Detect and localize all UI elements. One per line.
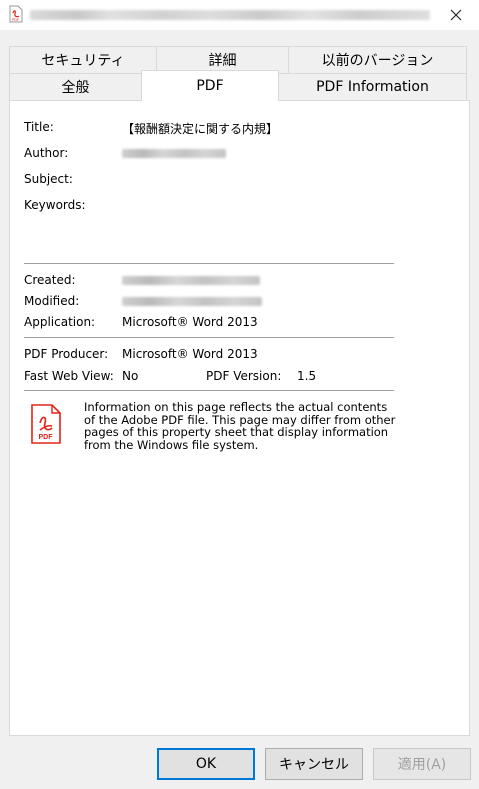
created-value-redacted (122, 276, 260, 285)
author-value-redacted (122, 149, 226, 158)
producer-label: PDF Producer: (24, 347, 109, 361)
application-value: Microsoft® Word 2013 (122, 315, 258, 329)
application-label: Application: (24, 315, 96, 329)
pdf-version-value: 1.5 (297, 369, 317, 383)
subject-label: Subject: (24, 172, 73, 186)
pdf-file-icon: PDF (9, 5, 23, 23)
tab-pdf-information[interactable]: PDF Information (278, 73, 467, 101)
pdf-file-icon: PDF (31, 404, 61, 444)
producer-value: Microsoft® Word 2013 (122, 347, 258, 361)
separator (24, 390, 394, 391)
apply-button[interactable]: 適用(A) (373, 748, 471, 780)
separator (24, 337, 394, 338)
close-icon (450, 9, 462, 21)
separator (24, 263, 394, 264)
tab-security[interactable]: セキュリティ (9, 46, 157, 74)
close-button[interactable] (433, 0, 479, 30)
keywords-label: Keywords: (24, 198, 86, 212)
title-label: Title: (24, 120, 54, 134)
cancel-button[interactable]: キャンセル (265, 748, 363, 780)
title-bar: PDF (0, 0, 479, 30)
pdf-properties-panel: Title: 【報酬額決定に関する内規】 Author: Subject: Ke… (9, 100, 470, 736)
modified-value-redacted (122, 297, 262, 306)
svg-text:PDF: PDF (12, 18, 19, 22)
created-label: Created: (24, 273, 76, 287)
pdf-version-label: PDF Version: (206, 369, 282, 383)
tab-pdf[interactable]: PDF (141, 70, 279, 101)
title-value: 【報酬額決定に関する内規】 (122, 122, 279, 136)
ok-button[interactable]: OK (157, 748, 255, 780)
author-label: Author: (24, 146, 69, 160)
fast-web-view-label: Fast Web View: (24, 369, 114, 383)
modified-label: Modified: (24, 294, 80, 308)
info-message: Information on this page reflects the ac… (84, 400, 396, 452)
tab-general[interactable]: 全般 (9, 73, 142, 101)
tab-previous-versions[interactable]: 以前のバージョン (288, 46, 467, 74)
window-title-redacted (30, 10, 430, 20)
svg-text:PDF: PDF (39, 434, 54, 441)
fast-web-view-value: No (122, 369, 139, 383)
